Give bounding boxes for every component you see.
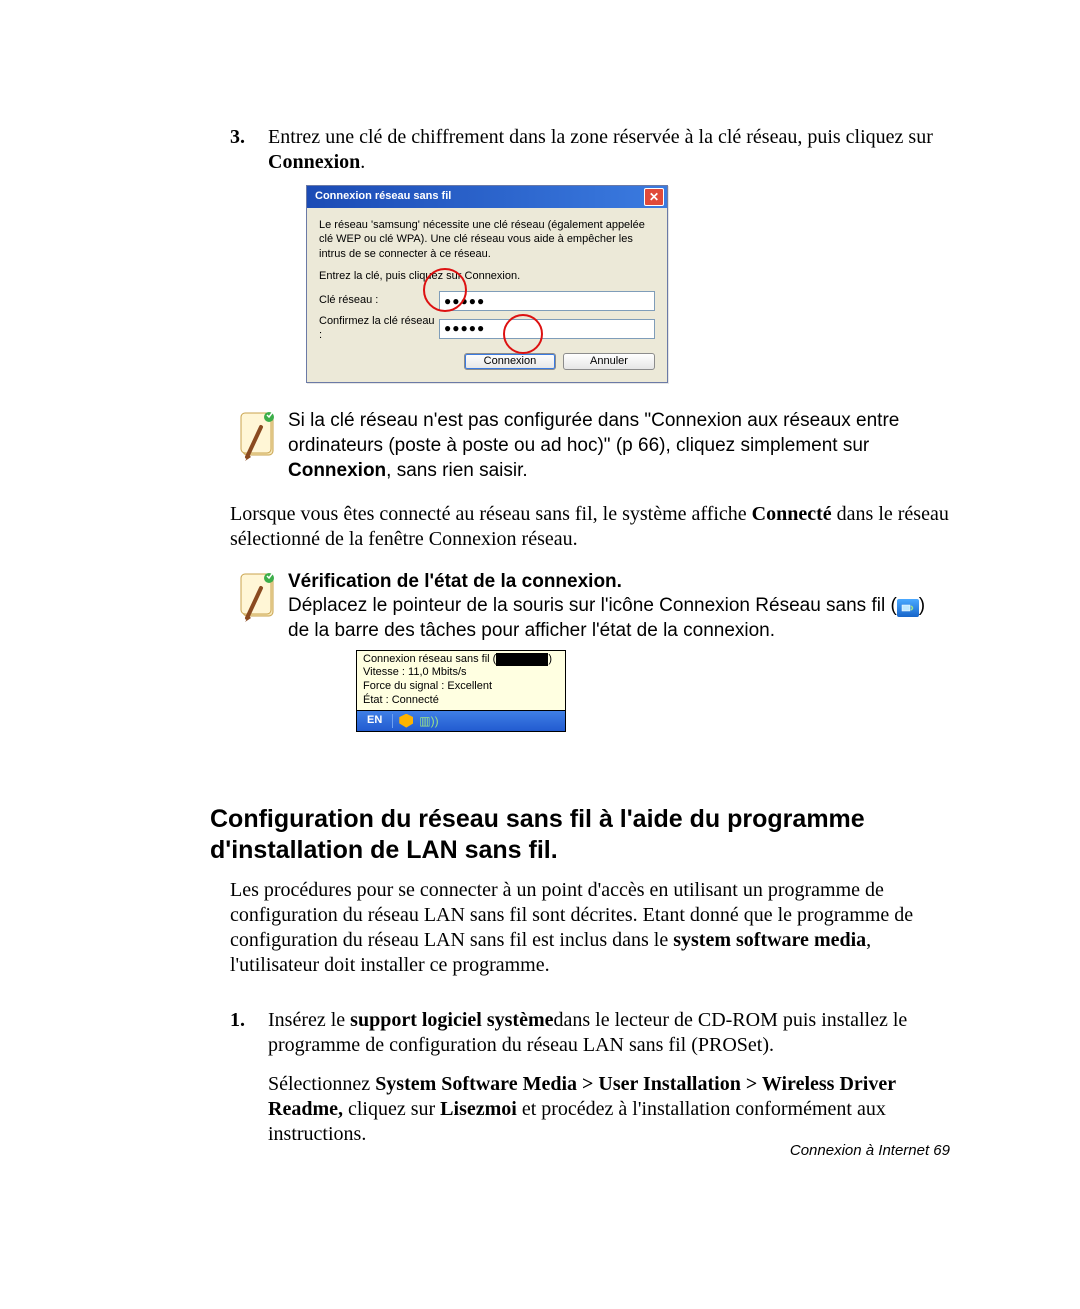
tooltip-figure: Connexion réseau sans fil (XXXXXX) Vites… (356, 650, 566, 732)
taskbar: EN ▥)) (356, 711, 566, 732)
close-icon[interactable]: ✕ (644, 188, 664, 206)
intro-paragraph: Les procédures pour se connecter à un po… (230, 878, 950, 978)
install-step-1-marker: 1. (230, 1008, 245, 1033)
page-footer: Connexion à Internet 69 (790, 1142, 950, 1161)
step-3-text-bold: Connexion (268, 151, 360, 173)
confirm-key-label: Confirmez la clé réseau : (319, 315, 439, 343)
dialog-prompt: Entrez la clé, puis cliquez sur Connexio… (319, 269, 655, 283)
note-1-bold: Connexion (288, 460, 386, 481)
note-icon (230, 570, 288, 626)
network-tray-icon[interactable]: ▥)) (419, 715, 438, 727)
step-3-text-before: Entrez une clé de chiffrement dans la zo… (268, 126, 933, 148)
confirm-key-row: Confirmez la clé réseau : ●●●●● (319, 315, 655, 343)
note-1-text: Si la clé réseau n'est pas configurée da… (288, 410, 899, 456)
highlight-circle-2 (503, 314, 543, 354)
dialog-explain: Le réseau 'samsung' nécessite une clé ré… (319, 218, 655, 261)
step-3-text-after: . (360, 151, 365, 173)
confirm-key-input[interactable]: ●●●●● (439, 319, 655, 339)
lang-indicator[interactable]: EN (363, 713, 386, 727)
note-icon (230, 409, 288, 465)
wireless-dialog: Connexion réseau sans fil ✕ Le réseau 's… (306, 185, 668, 383)
cancel-button[interactable]: Annuler (563, 353, 655, 371)
note-1: Si la clé réseau n'est pas configurée da… (230, 409, 950, 483)
install-step-1: 1. Insérez le support logiciel systèmeda… (230, 1008, 950, 1147)
tooltip-box: Connexion réseau sans fil (XXXXXX) Vites… (356, 650, 566, 711)
note-2: Vérification de l'état de la connexion. … (230, 570, 950, 732)
note-2-before: Déplacez le pointeur de la souris sur l'… (288, 595, 897, 616)
dialog-title: Connexion réseau sans fil (315, 190, 451, 204)
note-1-tail: , sans rien saisir. (386, 460, 528, 481)
masked-ssid: XXXXXX (496, 653, 548, 667)
connect-button[interactable]: Connexion (464, 353, 556, 371)
step-3: 3. Entrez une clé de chiffrement dans la… (230, 125, 950, 383)
note-2-heading: Vérification de l'état de la connexion. (288, 570, 950, 595)
step-3-marker: 3. (230, 125, 245, 150)
section-heading: Configuration du réseau sans fil à l'aid… (210, 804, 950, 867)
highlight-circle-1 (423, 268, 467, 312)
network-key-row: Clé réseau : ●●●●● (319, 291, 655, 311)
network-key-label: Clé réseau : (319, 294, 439, 308)
connected-paragraph: Lorsque vous êtes connecté au réseau san… (230, 502, 950, 552)
shield-icon[interactable] (399, 714, 413, 728)
network-key-input[interactable]: ●●●●● (439, 291, 655, 311)
dialog-figure: Connexion réseau sans fil ✕ Le réseau 's… (306, 185, 950, 383)
dialog-titlebar: Connexion réseau sans fil ✕ (307, 186, 667, 208)
wireless-tray-icon (897, 599, 919, 617)
